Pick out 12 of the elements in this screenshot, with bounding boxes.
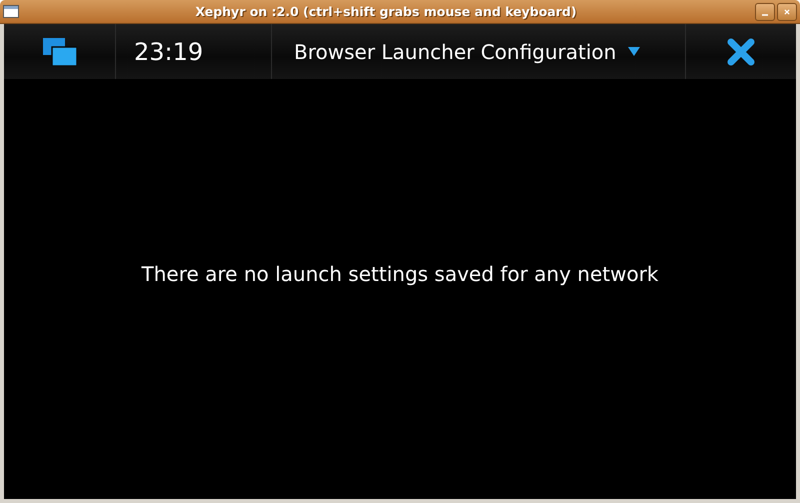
window-title: Xephyr on :2.0 (ctrl+shift grabs mouse and keyboard) (194, 4, 578, 19)
minimize-button[interactable] (755, 2, 775, 20)
dropdown-icon[interactable] (628, 47, 640, 56)
minimize-icon (762, 14, 768, 16)
window-menu-icon[interactable] (3, 5, 19, 18)
task-switcher-icon[interactable] (42, 38, 76, 66)
close-button[interactable] (777, 2, 797, 20)
close-icon (784, 6, 790, 16)
close-icon[interactable] (727, 38, 755, 66)
clock: 23:19 (134, 38, 204, 66)
empty-message: There are no launch settings saved for any network (142, 262, 658, 286)
app-title[interactable]: Browser Launcher Configuration (294, 40, 616, 64)
